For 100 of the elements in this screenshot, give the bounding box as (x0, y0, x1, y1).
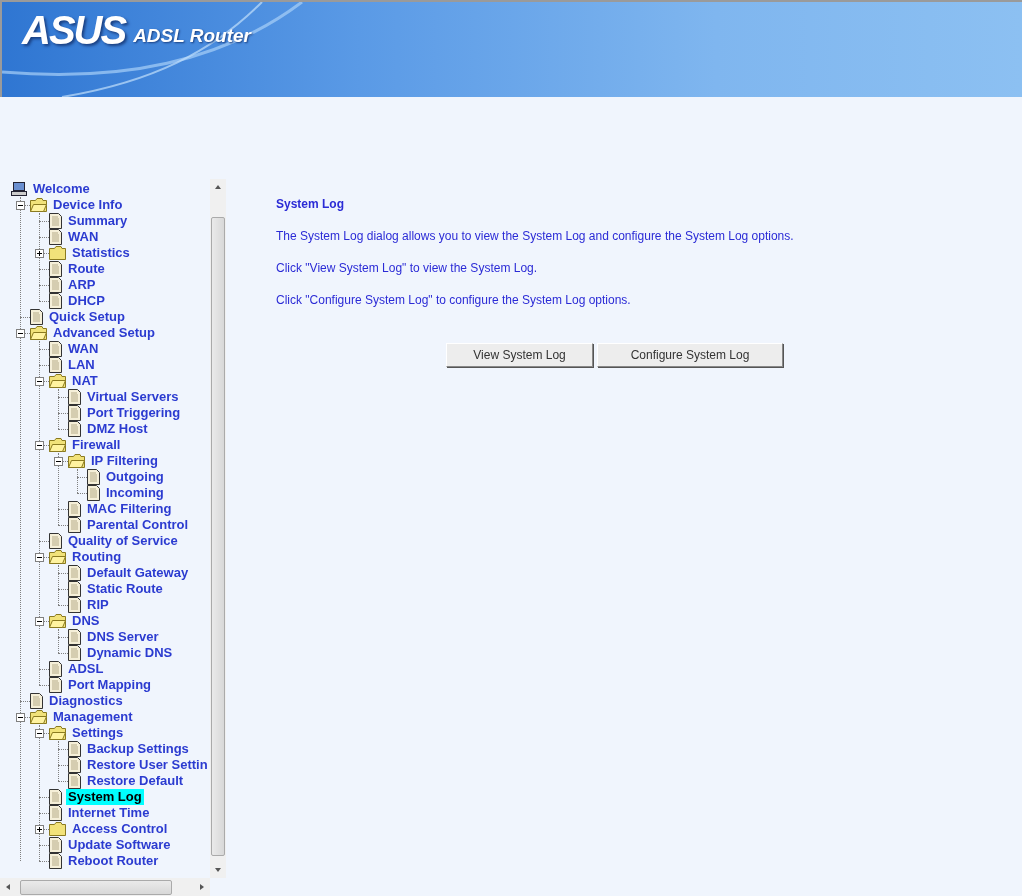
open-folder-icon (68, 454, 85, 468)
scroll-thumb[interactable] (20, 879, 172, 895)
tree-item[interactable]: Management (51, 709, 135, 725)
action-button[interactable]: View System Log (446, 343, 593, 367)
tree-item[interactable]: IP Filtering (89, 453, 160, 469)
tree-item[interactable]: Settings (70, 725, 126, 741)
page-title: System Log (276, 196, 345, 212)
collapse-toggle[interactable] (35, 376, 44, 386)
action-button[interactable]: Configure System Log (597, 343, 783, 367)
document-icon (68, 597, 81, 613)
tree-item[interactable]: Backup Settings (85, 741, 191, 757)
tree-item[interactable]: Restore Default (85, 773, 186, 789)
tree-item[interactable]: Parental Control (85, 517, 191, 533)
document-icon (49, 789, 62, 805)
document-icon (30, 693, 43, 709)
document-icon (68, 405, 81, 421)
description-text: The System Log dialog allows you to view the System Log and configure the System Log options. (276, 228, 795, 244)
tree-item[interactable]: Incoming (104, 485, 166, 501)
tree-item[interactable]: Statistics (70, 245, 132, 261)
scroll-thumb[interactable] (211, 217, 225, 856)
logo: ASUS (22, 10, 126, 50)
document-icon (68, 501, 81, 517)
collapse-toggle[interactable] (16, 200, 25, 210)
document-icon (68, 517, 81, 533)
document-icon (68, 741, 81, 757)
tree-item[interactable]: ARP (66, 277, 98, 293)
tree-item[interactable]: Internet Time (66, 805, 152, 821)
collapse-toggle[interactable] (54, 456, 63, 466)
collapse-toggle[interactable] (35, 552, 44, 562)
computer-icon (11, 182, 27, 196)
folder-icon (49, 246, 66, 260)
tree-item[interactable]: WAN (66, 229, 101, 245)
document-icon (30, 309, 43, 325)
scroll-down-icon[interactable] (215, 868, 221, 872)
tree-item[interactable]: WAN (66, 341, 101, 357)
collapse-toggle[interactable] (35, 728, 44, 738)
tree-item[interactable]: Port Mapping (66, 677, 154, 693)
tree-item[interactable]: Routing (70, 549, 124, 565)
tree-item[interactable]: Route (66, 261, 107, 277)
document-icon (49, 261, 62, 277)
collapse-toggle[interactable] (16, 712, 25, 722)
tree-item[interactable]: DHCP (66, 293, 107, 309)
open-folder-icon (30, 710, 47, 724)
document-icon (49, 837, 62, 853)
tree-item[interactable]: Static Route (85, 581, 165, 597)
vertical-scrollbar[interactable] (210, 179, 226, 878)
tree-item[interactable]: Dynamic DNS (85, 645, 175, 661)
tree-item[interactable]: System Log (66, 789, 144, 805)
document-icon (49, 293, 62, 309)
tree-item[interactable]: ADSL (66, 661, 106, 677)
tree-item[interactable]: Quick Setup (47, 309, 127, 325)
document-icon (49, 277, 62, 293)
document-icon (49, 853, 62, 869)
tree-item[interactable]: Device Info (51, 197, 125, 213)
tree-item[interactable]: Summary (66, 213, 130, 229)
open-folder-icon (30, 198, 47, 212)
document-icon (49, 805, 62, 821)
document-icon (49, 229, 62, 245)
tree-item[interactable]: Restore User Settin (85, 757, 210, 773)
tree-item[interactable]: LAN (66, 357, 97, 373)
open-folder-icon (49, 614, 66, 628)
scroll-right-icon[interactable] (200, 884, 204, 890)
tree-item[interactable]: DNS Server (85, 629, 161, 645)
collapse-toggle[interactable] (35, 440, 44, 450)
product-name: ADSL Router (133, 24, 252, 48)
tree-item[interactable]: Reboot Router (66, 853, 161, 869)
document-icon (68, 565, 81, 581)
document-icon (49, 661, 62, 677)
tree-item[interactable]: RIP (85, 597, 111, 613)
tree-item[interactable]: Virtual Servers (85, 389, 181, 405)
description-text: Click "Configure System Log" to configure the System Log options. (276, 292, 632, 308)
tree-item[interactable]: Welcome (31, 181, 92, 197)
expand-toggle[interactable] (35, 824, 44, 834)
tree-item[interactable]: Advanced Setup (51, 325, 157, 341)
tree-item[interactable]: MAC Filtering (85, 501, 174, 517)
tree-item[interactable]: NAT (70, 373, 100, 389)
document-icon (68, 581, 81, 597)
tree-item[interactable]: Quality of Service (66, 533, 180, 549)
open-folder-icon (49, 726, 66, 740)
tree-item[interactable]: Port Triggering (85, 405, 183, 421)
collapse-toggle[interactable] (16, 328, 25, 338)
description-text: Click "View System Log" to view the System Log. (276, 260, 539, 276)
open-folder-icon (49, 550, 66, 564)
expand-toggle[interactable] (35, 248, 44, 258)
document-icon (49, 213, 62, 229)
tree-item[interactable]: Default Gateway (85, 565, 191, 581)
tree-item[interactable]: Firewall (70, 437, 123, 453)
tree-item[interactable]: Outgoing (104, 469, 166, 485)
scroll-left-icon[interactable] (6, 884, 10, 890)
horizontal-scrollbar[interactable] (0, 878, 210, 896)
scroll-up-icon[interactable] (215, 185, 221, 189)
tree-item[interactable]: Update Software (66, 837, 173, 853)
tree-item[interactable]: DMZ Host (85, 421, 150, 437)
open-folder-icon (49, 438, 66, 452)
open-folder-icon (49, 374, 66, 388)
tree-item[interactable]: DNS (70, 613, 102, 629)
tree-item[interactable]: Access Control (70, 821, 170, 837)
tree-item[interactable]: Diagnostics (47, 693, 125, 709)
document-icon (49, 357, 62, 373)
collapse-toggle[interactable] (35, 616, 44, 626)
